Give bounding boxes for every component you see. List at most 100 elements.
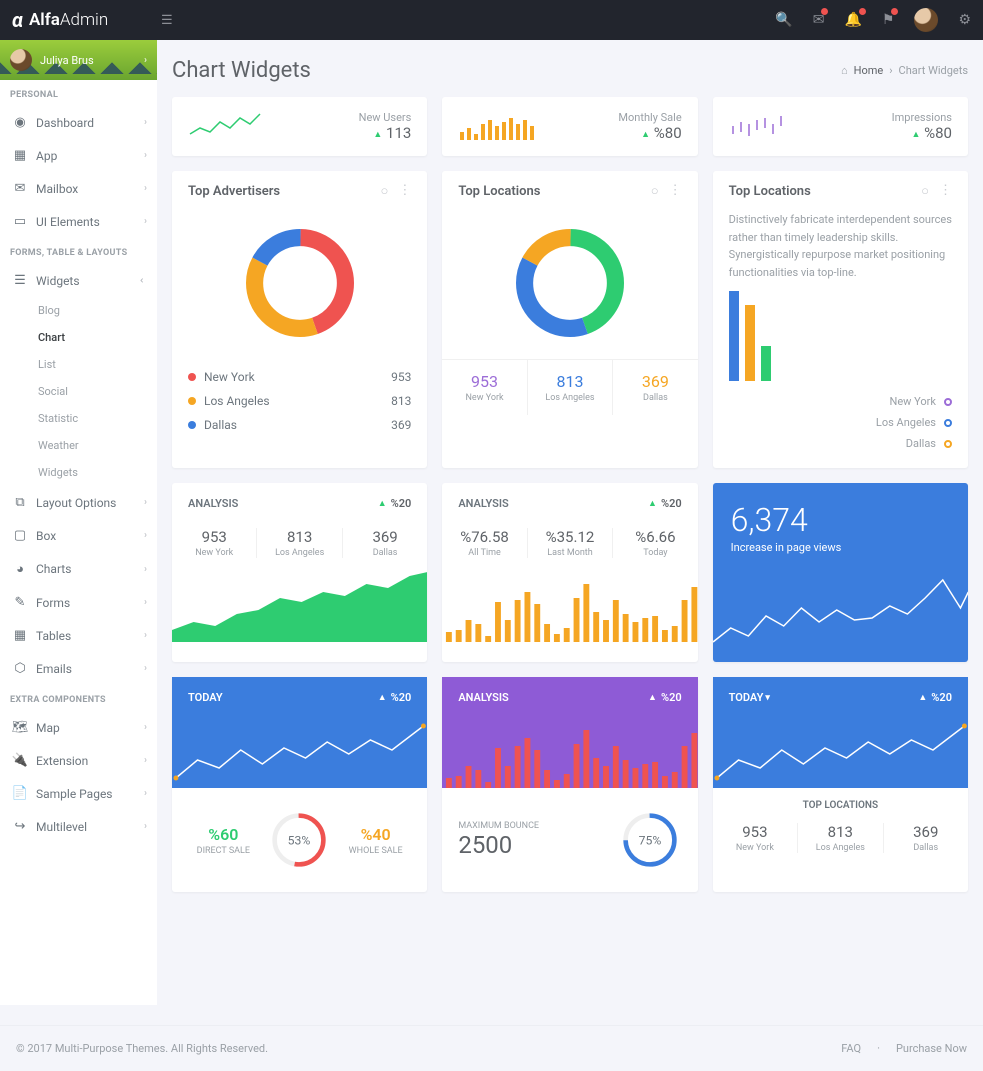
grid-icon: ▦ xyxy=(10,148,30,163)
gear-icon[interactable]: ⚙ xyxy=(958,12,971,28)
list-icon: ☰ xyxy=(10,273,30,288)
breadcrumb: ⌂ Home › Chart Widgets xyxy=(841,64,968,77)
home-icon: ⌂ xyxy=(841,64,848,77)
search-icon[interactable]: 🔍 xyxy=(775,12,792,28)
share-icon: ↪ xyxy=(10,819,30,834)
legend-row: Los Angeles813 xyxy=(188,389,411,413)
bell-icon[interactable]: 🔔 xyxy=(844,12,861,28)
copy-icon: ⧉ xyxy=(10,495,30,510)
nav-tables[interactable]: ▦Tables› xyxy=(0,619,157,652)
nav-emails[interactable]: ⬡Emails› xyxy=(0,652,157,685)
nav-layout-options[interactable]: ⧉Layout Options› xyxy=(0,486,157,519)
nav-sub-statistic[interactable]: Statistic xyxy=(38,405,157,432)
sparkline-icon xyxy=(188,112,268,142)
footer-purchase[interactable]: Purchase Now xyxy=(896,1042,967,1055)
topbar: α AlfaAdmin ☰ 🔍 ✉ 🔔 ⚑ ⚙ xyxy=(0,0,983,40)
breadcrumb-home[interactable]: Home xyxy=(854,64,884,77)
stat-card-new-users: New Users▲ 113 xyxy=(172,97,427,156)
map-icon: 🗺 xyxy=(10,720,30,735)
user-avatar[interactable] xyxy=(914,8,938,32)
nav-app[interactable]: ▦App› xyxy=(0,139,157,172)
caret-down-icon[interactable]: ▾ xyxy=(765,693,770,703)
sidebar-avatar xyxy=(10,49,32,71)
stat-card-impressions: Impressions▲ %80 xyxy=(713,97,968,156)
gauge-icon: 53% xyxy=(267,808,331,872)
refresh-icon[interactable]: ○ xyxy=(921,183,929,199)
nav-sample-pages[interactable]: 📄Sample Pages› xyxy=(0,777,157,810)
nav-map[interactable]: 🗺Map› xyxy=(0,711,157,744)
nav-sub-chart[interactable]: Chart xyxy=(38,324,157,351)
card-top-locations-1: Top Locations○⋮ 953New York 813Los Angel… xyxy=(442,171,697,468)
legend-row: Dallas xyxy=(729,433,952,454)
refresh-icon[interactable]: ○ xyxy=(380,183,388,199)
brand-logo-icon: α xyxy=(12,8,23,32)
nav-sub-widgets[interactable]: Widgets xyxy=(38,459,157,486)
line-chart xyxy=(172,718,427,788)
footer-faq[interactable]: FAQ xyxy=(841,1042,861,1055)
nav-multilevel[interactable]: ↪Multilevel› xyxy=(0,810,157,843)
mail-icon[interactable]: ✉ xyxy=(813,12,825,28)
legend-row: New York953 xyxy=(188,365,411,389)
table-icon: ▦ xyxy=(10,628,30,643)
nav-sub-list[interactable]: List xyxy=(38,351,157,378)
nav-widgets[interactable]: ☰Widgets⌄ xyxy=(0,264,157,297)
legend-row: Dallas369 xyxy=(188,413,411,437)
main-content: Chart Widgets ⌂ Home › Chart Widgets New… xyxy=(157,40,983,1005)
envelope-icon: ✉ xyxy=(10,181,30,196)
nav-section-label: PERSONAL xyxy=(0,80,157,106)
sidebar: Juliya Brus › PERSONAL ◉Dashboard› ▦App›… xyxy=(0,40,157,1005)
breadcrumb-current: Chart Widgets xyxy=(899,64,968,77)
nav-mailbox[interactable]: ✉Mailbox› xyxy=(0,172,157,205)
file-icon: 📄 xyxy=(10,786,30,801)
chevron-down-icon: ⌄ xyxy=(137,276,148,284)
card-analysis-3: ANALYSIS▲%20 MAXIMUM BOUNCE2500 75% xyxy=(442,677,697,892)
nav-charts[interactable]: ◕Charts› xyxy=(0,552,157,586)
card-top-locations-2: Top Locations○⋮ Distinctively fabricate … xyxy=(713,171,968,468)
svg-text:53%: 53% xyxy=(288,834,311,848)
gauge-icon: 75% xyxy=(618,808,682,872)
card-description: Distinctively fabricate interdependent s… xyxy=(713,211,968,291)
square-icon: ▢ xyxy=(10,528,30,543)
card-top-advertisers: Top Advertisers○⋮ New York953 Los Angele… xyxy=(172,171,427,468)
card-analysis-2: ANALYSIS▲%20 %76.58All Time %35.12Last M… xyxy=(442,483,697,662)
footer: © 2017 Multi-Purpose Themes. All Rights … xyxy=(0,1025,983,1071)
more-icon[interactable]: ⋮ xyxy=(669,183,682,199)
pie-icon: ◕ xyxy=(10,561,30,577)
refresh-icon[interactable]: ○ xyxy=(651,183,659,199)
svg-text:75%: 75% xyxy=(638,834,661,848)
hamburger-icon[interactable]: ☰ xyxy=(161,13,173,28)
nav-forms[interactable]: ✎Forms› xyxy=(0,586,157,619)
nav-dashboard[interactable]: ◉Dashboard› xyxy=(0,106,157,139)
legend-row: New York xyxy=(729,391,952,412)
nav-sub-social[interactable]: Social xyxy=(38,378,157,405)
sidebar-user-name: Juliya Brus xyxy=(40,54,94,67)
card-analysis-1: ANALYSIS▲%20 953New York 813Los Angeles … xyxy=(172,483,427,662)
nav-section-label: EXTRA COMPONENTS xyxy=(0,685,157,711)
donut-chart xyxy=(510,223,630,343)
laptop-icon: ▭ xyxy=(10,214,30,229)
nav-section-label: FORMS, TABLE & LAYOUTS xyxy=(0,238,157,264)
more-icon[interactable]: ⋮ xyxy=(398,183,411,199)
plug-icon: 🔌 xyxy=(10,753,30,768)
donut-chart xyxy=(240,223,360,343)
flag-icon[interactable]: ⚑ xyxy=(882,12,895,28)
nav-sub-blog[interactable]: Blog xyxy=(38,297,157,324)
nav-extension[interactable]: 🔌Extension› xyxy=(0,744,157,777)
bar-chart xyxy=(442,572,697,642)
nav-ui-elements[interactable]: ▭UI Elements› xyxy=(0,205,157,238)
more-icon[interactable]: ⋮ xyxy=(939,183,952,199)
brand[interactable]: α AlfaAdmin xyxy=(12,8,157,32)
line-chart xyxy=(713,572,968,662)
card-today-1: TODAY▲%20 %60DIRECT SALE 53% %40WHOLE SA… xyxy=(172,677,427,892)
nav-sub-weather[interactable]: Weather xyxy=(38,432,157,459)
inbox-icon: ⬡ xyxy=(10,661,30,676)
nav-box[interactable]: ▢Box› xyxy=(0,519,157,552)
bar-chart xyxy=(442,718,697,788)
line-chart xyxy=(713,718,968,788)
copyright: © 2017 Multi-Purpose Themes. All Rights … xyxy=(16,1042,268,1055)
user-block[interactable]: Juliya Brus › xyxy=(0,40,157,80)
dashboard-icon: ◉ xyxy=(10,115,30,130)
stat-card-monthly-sale: Monthly Sale▲ %80 xyxy=(442,97,697,156)
card-today-2: TODAY▾▲%20 TOP LOCATIONS 953New York 813… xyxy=(713,677,968,892)
page-title: Chart Widgets xyxy=(172,58,311,83)
